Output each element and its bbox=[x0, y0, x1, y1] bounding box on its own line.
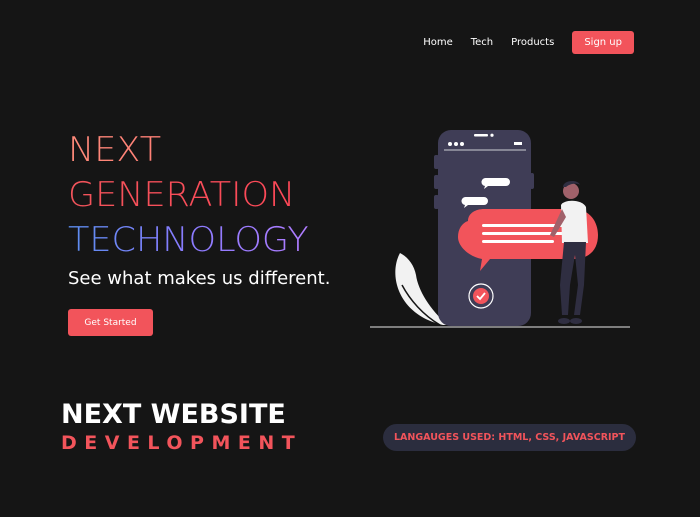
languages-badge: LANGAUGES USED: HTML, CSS, JAVASCRIPT bbox=[383, 424, 636, 451]
signup-button[interactable]: Sign up bbox=[572, 31, 634, 54]
phone-button-2 bbox=[434, 175, 439, 189]
person-legs bbox=[560, 242, 586, 315]
hero-illustration bbox=[370, 130, 630, 328]
person-shoe-right bbox=[570, 318, 582, 324]
person-torso bbox=[561, 200, 588, 243]
nav-link-home[interactable]: Home bbox=[423, 37, 453, 48]
status-dot-2 bbox=[454, 142, 458, 146]
battery-icon bbox=[514, 142, 522, 145]
person-shoe-left bbox=[558, 318, 570, 324]
phone-button-1 bbox=[434, 155, 439, 169]
nav-link-tech[interactable]: Tech bbox=[471, 37, 493, 48]
phone-button-3 bbox=[434, 195, 439, 209]
phone-camera bbox=[490, 133, 494, 137]
hero-line-generation: GENERATION bbox=[68, 173, 309, 218]
hero-line-technology: TECHNOLOGY bbox=[68, 218, 309, 263]
get-started-button[interactable]: Get Started bbox=[68, 309, 153, 336]
hero-tagline: See what makes us different. bbox=[68, 268, 331, 289]
bubble-text-line-3 bbox=[482, 240, 554, 243]
check-circle-fill bbox=[473, 288, 489, 304]
status-dot-3 bbox=[460, 142, 464, 146]
phone-side-button bbox=[530, 173, 534, 189]
section-title-line-1: NEXT WEBSITE bbox=[61, 399, 286, 430]
section-title-line-2: DEVELOPMENT bbox=[61, 432, 303, 454]
section-title: NEXT WEBSITE DEVELOPMENT bbox=[61, 399, 302, 454]
status-dot-1 bbox=[448, 142, 452, 146]
hero-heading: NEXT GENERATION TECHNOLOGY bbox=[68, 128, 309, 263]
hero-line-next: NEXT bbox=[68, 128, 309, 173]
top-nav: Home Tech Products Sign up bbox=[423, 31, 634, 54]
nav-link-products[interactable]: Products bbox=[511, 37, 554, 48]
phone-speaker bbox=[474, 134, 488, 137]
